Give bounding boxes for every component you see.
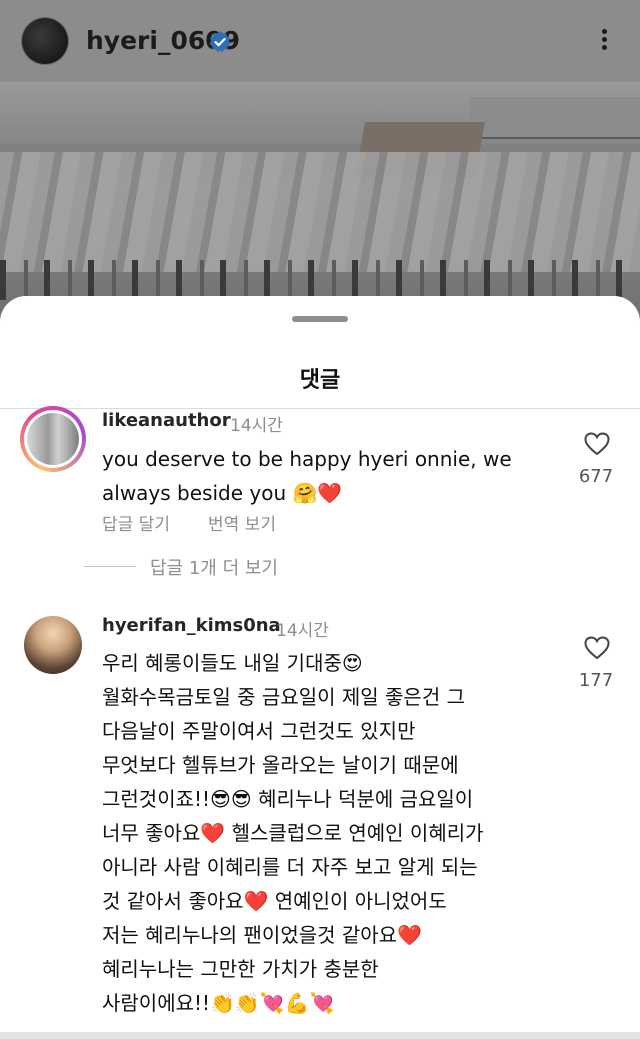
comment-avatar[interactable]	[24, 616, 82, 674]
comment-line: always beside you 🤗❤️	[102, 481, 343, 505]
comment-line: 무엇보다 헬튜브가 올라오는 날이기 때문에	[102, 753, 459, 777]
profile-avatar[interactable]	[22, 18, 68, 64]
comment-text: 우리 혜롱이들도 내일 기대중😍 월화수목금토일 중 금요일이 제일 좋은건 그…	[102, 646, 562, 1020]
translate-button[interactable]: 번역 보기	[208, 510, 276, 535]
comment-avatar-story-ring[interactable]	[20, 406, 86, 472]
comment-line: 너무 좋아요❤️ 헬스클럽으로 연예인 이혜리가	[102, 821, 484, 845]
comment-line: 그런것이죠!!😎😎 혜리누나 덕분에 금요일이	[102, 787, 474, 811]
comment-time: 14시간	[276, 621, 329, 641]
comment-line: 다음날이 주말이여서 그런것도 있지만	[102, 719, 416, 743]
view-replies-line	[84, 566, 136, 567]
comment-line: 혜리누나는 그만한 가치가 충분한	[102, 957, 379, 981]
photo-wood-plank	[470, 97, 640, 139]
heart-icon[interactable]	[584, 636, 610, 660]
comments-sheet: 댓글 likeanauthor 14시간 you deserve to be h…	[0, 296, 640, 1039]
more-vertical-icon[interactable]	[592, 26, 616, 56]
comment-text: you deserve to be happy hyeri onnie, we …	[102, 442, 552, 510]
comment-line: you deserve to be happy hyeri onnie, we	[102, 447, 512, 471]
like-count: 177	[578, 670, 614, 691]
post-header: hyeri_0609	[0, 0, 640, 82]
verified-badge-icon	[209, 31, 231, 53]
comment-username[interactable]: likeanauthor	[102, 410, 231, 431]
sheet-title: 댓글	[299, 368, 341, 393]
post-photo	[0, 82, 640, 322]
comment-line: 우리 혜롱이들도 내일 기대중😍	[102, 651, 363, 675]
photo-bottles	[0, 260, 640, 300]
comment-username[interactable]: hyerifan_kims0na	[102, 615, 281, 636]
reply-button[interactable]: 답글 달기	[102, 510, 170, 535]
comment-line: 월화수목금토일 중 금요일이 제일 좋은건 그	[102, 685, 465, 709]
view-more-replies-button[interactable]: 답글 1개 더 보기	[150, 554, 278, 580]
like-count: 677	[578, 466, 614, 487]
comment-line: 사람이에요!!👏👏💘💪💘	[102, 991, 335, 1015]
heart-icon[interactable]	[584, 432, 610, 456]
bottom-input-edge	[0, 1032, 640, 1039]
comment-line: 것 같아서 좋아요❤️ 연예인이 아니었어도	[102, 889, 447, 913]
title-divider	[0, 408, 640, 409]
comment-time: 14시간	[230, 416, 283, 436]
drag-handle[interactable]	[292, 316, 348, 322]
avatar-image	[27, 413, 79, 465]
comment-line: 저는 혜리누나의 팬이었을것 같아요❤️	[102, 923, 422, 947]
photo-stone-wall	[0, 152, 640, 272]
comment-line: 아니라 사람 이혜리를 더 자주 보고 알게 되는	[102, 855, 478, 879]
